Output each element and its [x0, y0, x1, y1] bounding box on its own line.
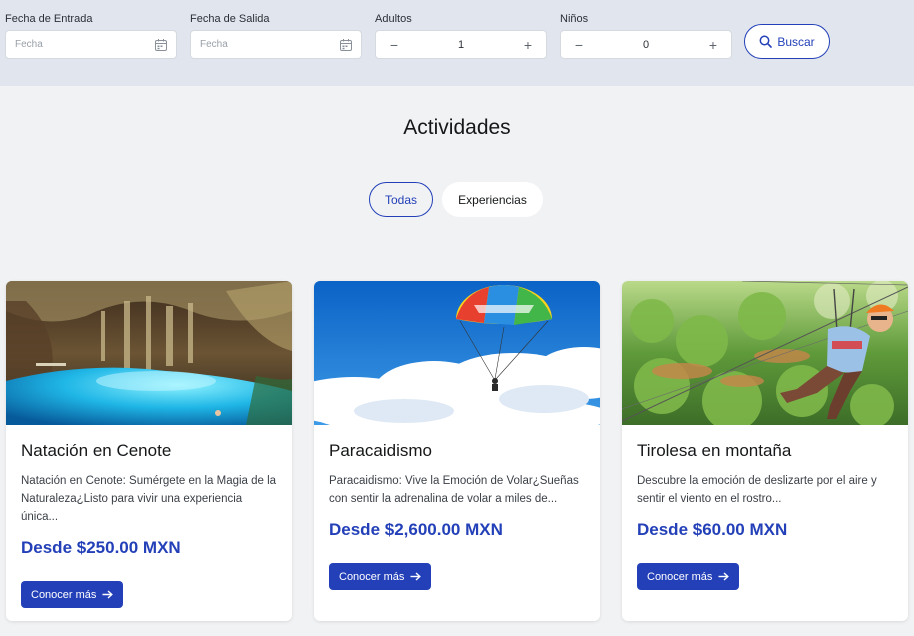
checkin-label: Fecha de Entrada: [5, 13, 93, 25]
children-label: Niños: [560, 13, 589, 25]
card-title: Natación en Cenote: [21, 441, 172, 460]
card-price: Desde $60.00 MXN: [637, 520, 788, 539]
arrow-right-icon: [410, 572, 422, 581]
card-description: Descubre la emoción de deslizarte por el…: [637, 475, 877, 505]
tab-todas[interactable]: Todas: [369, 182, 433, 217]
card-price: Desde $2,600.00 MXN: [329, 520, 503, 539]
search-bar: Fecha de Entrada Fecha Fecha de Salida F…: [0, 0, 914, 86]
adults-decrement-button[interactable]: −: [376, 31, 412, 58]
tab-experiencias[interactable]: Experiencias: [442, 182, 543, 217]
children-decrement-button[interactable]: −: [561, 31, 597, 58]
card-description: Natación en Cenote: Sumérgete en la Magi…: [21, 475, 277, 523]
conocer-mas-label: Conocer más: [647, 570, 713, 583]
children-increment-button[interactable]: +: [695, 31, 731, 58]
card-price: Desde $250.00 MXN: [21, 538, 181, 557]
card-description: Paracaidismo: Vive la Emoción de Volar¿S…: [329, 475, 579, 505]
children-value[interactable]: 0: [597, 39, 695, 51]
checkout-placeholder: Fecha: [200, 39, 228, 50]
adults-stepper: − 1 +: [375, 30, 547, 59]
checkout-label: Fecha de Salida: [190, 13, 270, 25]
adults-value[interactable]: 1: [412, 39, 510, 51]
calendar-icon[interactable]: [154, 38, 168, 52]
cenote-photo[interactable]: [6, 281, 292, 425]
children-stepper: − 0 +: [560, 30, 732, 59]
card-title: Paracaidismo: [329, 441, 432, 460]
search-button-label: Buscar: [777, 34, 815, 49]
conocer-mas-button[interactable]: Conocer más: [21, 581, 124, 608]
checkin-placeholder: Fecha: [15, 39, 43, 50]
checkout-date-input[interactable]: Fecha: [190, 30, 362, 59]
adults-label: Adultos: [375, 13, 412, 25]
calendar-icon[interactable]: [339, 38, 353, 52]
conocer-mas-label: Conocer más: [31, 588, 97, 601]
parasailing-photo[interactable]: [314, 281, 600, 425]
tab-todas-label: Todas: [384, 192, 418, 207]
adults-increment-button[interactable]: +: [510, 31, 546, 58]
activity-card-tirolesa: Tirolesa en montaña Descubre la emoción …: [622, 281, 908, 621]
search-button[interactable]: Buscar: [744, 24, 830, 59]
checkin-date-input[interactable]: Fecha: [5, 30, 177, 59]
search-icon: [759, 35, 773, 48]
arrow-right-icon: [718, 572, 730, 581]
arrow-right-icon: [102, 590, 114, 599]
activity-card-paracaidismo: Paracaidismo Paracaidismo: Vive la Emoci…: [314, 281, 600, 621]
card-title: Tirolesa en montaña: [637, 441, 792, 460]
conocer-mas-button[interactable]: Conocer más: [329, 563, 432, 590]
conocer-mas-button[interactable]: Conocer más: [637, 563, 740, 590]
conocer-mas-label: Conocer más: [339, 570, 405, 583]
activity-card-cenote: Natación en Cenote Natación en Cenote: S…: [6, 281, 292, 621]
tab-experiencias-label: Experiencias: [458, 192, 527, 207]
zipline-photo[interactable]: [622, 281, 908, 425]
section-title: Actividades: [403, 116, 511, 139]
